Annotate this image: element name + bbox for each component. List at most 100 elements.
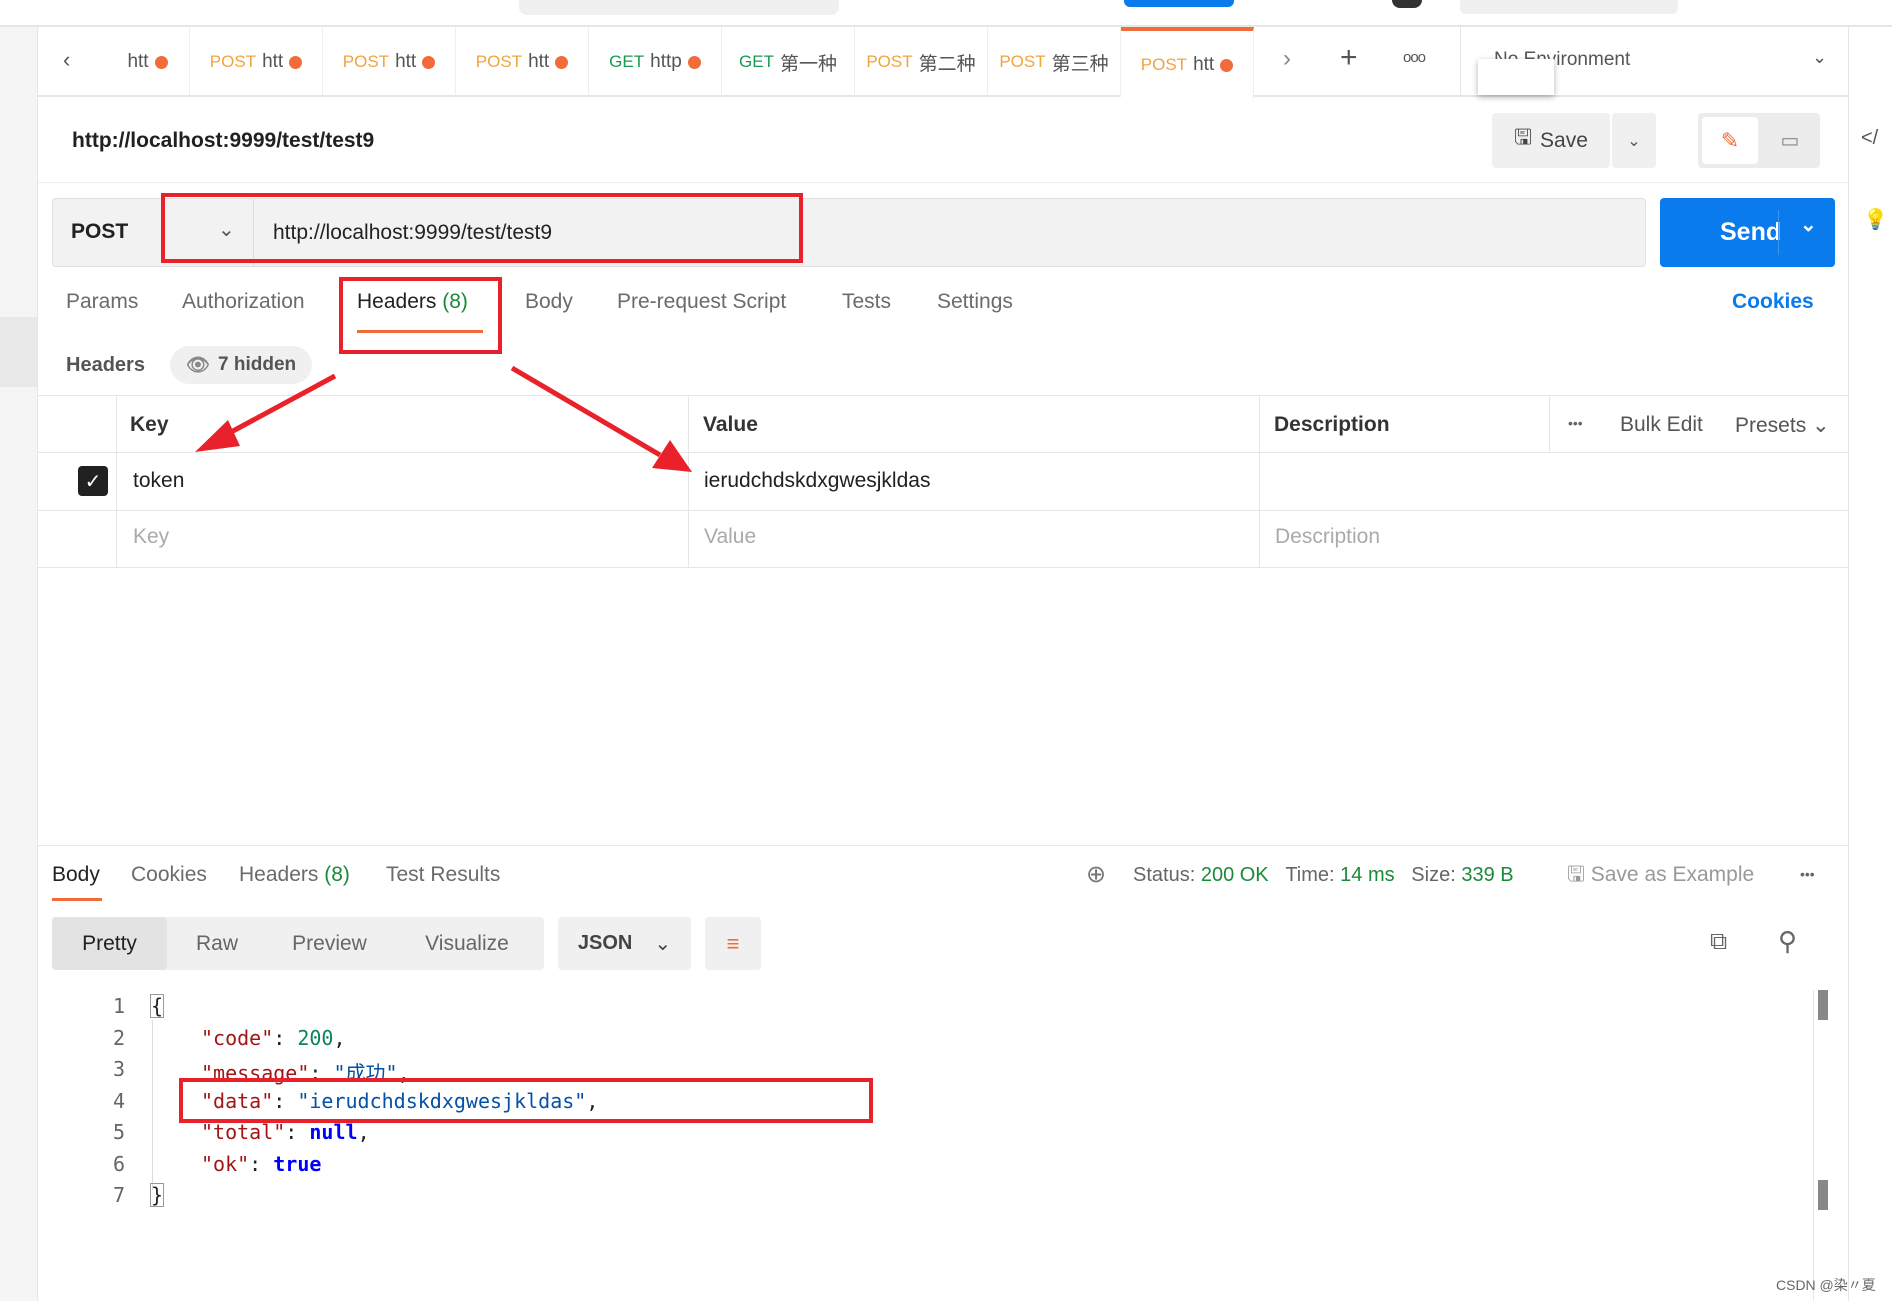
- save-options-button[interactable]: ⌄: [1612, 113, 1656, 168]
- new-value-input[interactable]: Value: [704, 525, 756, 549]
- tab-label: htt: [1193, 54, 1215, 75]
- save-button[interactable]: 🖫 Save: [1492, 113, 1610, 168]
- tab-scroll-left-icon[interactable]: ‹: [63, 47, 70, 73]
- tab-label: 第三种: [1051, 53, 1109, 75]
- more-tabs-icon[interactable]: ooo: [1403, 49, 1426, 66]
- tab-label: htt: [395, 51, 417, 72]
- tab-authorization[interactable]: Authorization: [182, 290, 305, 314]
- tab-scroll-right-icon[interactable]: ›: [1283, 45, 1291, 73]
- chevron-down-icon[interactable]: ⌄: [1812, 47, 1827, 68]
- tab-body[interactable]: Body: [525, 290, 573, 314]
- method-label: POST: [999, 52, 1046, 71]
- tab-params[interactable]: Params: [66, 290, 138, 314]
- method-label: POST: [1140, 55, 1188, 74]
- unsaved-dot-icon: [1220, 58, 1234, 72]
- search-icon[interactable]: ⚲: [1778, 926, 1797, 957]
- method-label: POST: [209, 52, 257, 71]
- send-button[interactable]: Send ⌄: [1660, 198, 1835, 267]
- lightbulb-icon[interactable]: 💡: [1863, 207, 1888, 232]
- request-tab[interactable]: POST htt: [323, 27, 456, 97]
- cookies-link[interactable]: Cookies: [1732, 290, 1814, 314]
- request-title: http://localhost:9999/test/test9: [72, 129, 375, 152]
- request-tab[interactable]: htt: [106, 27, 190, 97]
- save-as-example-button[interactable]: 🖫 Save as Example: [1567, 860, 1754, 895]
- save-icon: 🖫: [1514, 126, 1533, 149]
- request-tab[interactable]: POST 第二种: [855, 27, 988, 97]
- view-toggle: ✎ ▭: [1698, 113, 1820, 168]
- new-description-input[interactable]: Description: [1275, 525, 1380, 549]
- wrap-lines-icon[interactable]: ≡: [705, 917, 761, 970]
- top-strip: [0, 0, 1892, 27]
- column-value: Value: [703, 413, 758, 436]
- presets-dropdown[interactable]: Presets ⌄: [1735, 413, 1830, 438]
- unsaved-dot-icon: [289, 55, 303, 69]
- header-key-cell[interactable]: token: [133, 469, 184, 493]
- tab-pre-request-script[interactable]: Pre-request Script: [617, 290, 786, 314]
- unsaved-dot-icon: [555, 55, 569, 69]
- response-tab-body[interactable]: Body: [52, 863, 100, 887]
- header-value-cell[interactable]: ierudchdskdxgwesjkldas: [704, 469, 930, 493]
- highlight-box-headers-tab: [339, 277, 502, 354]
- request-tab[interactable]: POST 第三种: [988, 27, 1121, 97]
- search-bar[interactable]: [519, 0, 839, 15]
- bulk-edit-button[interactable]: Bulk Edit: [1620, 413, 1703, 437]
- response-more-icon[interactable]: •••: [1800, 866, 1815, 882]
- highlight-box-data: [179, 1078, 873, 1123]
- view-mode-group: Pretty Raw Preview Visualize: [52, 917, 544, 970]
- more-options-icon[interactable]: •••: [1568, 415, 1583, 431]
- tab-label: 第一种: [779, 53, 837, 75]
- request-tab[interactable]: GET 第一种: [722, 27, 855, 97]
- header-row-checkbox[interactable]: ✓: [78, 466, 108, 496]
- environment-preview-popup: [1478, 59, 1554, 95]
- method-label: GET: [609, 52, 645, 71]
- upgrade-button[interactable]: [1124, 0, 1234, 7]
- view-preview[interactable]: Preview: [267, 917, 392, 970]
- response-tab-headers[interactable]: Headers (8): [239, 863, 350, 887]
- new-tab-icon[interactable]: +: [1340, 41, 1358, 75]
- unsaved-dot-icon: [687, 55, 701, 69]
- globe-icon[interactable]: ⊕: [1086, 860, 1106, 889]
- code-icon[interactable]: </: [1861, 127, 1878, 150]
- json-line-total: "total": null,: [201, 1120, 370, 1144]
- unsaved-dot-icon: [422, 55, 436, 69]
- send-options-icon[interactable]: ⌄: [1800, 212, 1817, 237]
- headers-table: Key Value Description ••• Bulk Edit Pres…: [38, 395, 1848, 568]
- highlight-box-url: [161, 193, 803, 263]
- method-label: POST: [866, 52, 913, 71]
- copy-icon[interactable]: ⧉: [1710, 928, 1727, 956]
- json-line-ok: "ok": true: [201, 1152, 322, 1176]
- request-tab-bar: ‹ htt POST htt POST htt POST htt GET http GET 第一种 P…: [38, 27, 1848, 99]
- headers-label: Headers: [66, 354, 145, 376]
- save-icon: 🖫: [1567, 863, 1585, 886]
- response-tab-test-results[interactable]: Test Results: [386, 863, 500, 887]
- column-key: Key: [130, 413, 169, 436]
- format-select[interactable]: JSON ⌄: [558, 917, 691, 970]
- top-control[interactable]: [1460, 0, 1678, 14]
- avatar[interactable]: [1392, 0, 1422, 8]
- response-tab-cookies[interactable]: Cookies: [131, 863, 207, 887]
- comment-icon[interactable]: ▭: [1762, 117, 1818, 164]
- view-raw[interactable]: Raw: [167, 917, 267, 970]
- edit-icon[interactable]: ✎: [1702, 117, 1758, 164]
- tab-label: htt: [262, 51, 284, 72]
- method-label: POST: [342, 52, 390, 71]
- left-sidebar: [0, 27, 38, 1301]
- hidden-headers-toggle[interactable]: 👁 7 hidden: [170, 346, 312, 384]
- watermark: CSDN @染〃夏: [1776, 1277, 1876, 1293]
- method-select[interactable]: POST: [71, 220, 128, 244]
- request-tab[interactable]: GET http: [589, 27, 722, 97]
- request-title-bar: http://localhost:9999/test/test9 🖫 Save ⌄…: [38, 97, 1848, 183]
- request-tab[interactable]: POST htt: [190, 27, 323, 97]
- scrollbar-thumb-bottom[interactable]: [1818, 1180, 1828, 1210]
- tab-tests[interactable]: Tests: [842, 290, 891, 314]
- tab-settings[interactable]: Settings: [937, 290, 1013, 314]
- eye-icon: 👁: [185, 355, 210, 376]
- view-pretty[interactable]: Pretty: [52, 917, 167, 970]
- new-key-input[interactable]: Key: [133, 525, 169, 549]
- request-tab[interactable]: POST htt: [456, 27, 589, 97]
- json-brace-open: {: [150, 994, 165, 1018]
- sidebar-active-item[interactable]: [0, 317, 38, 387]
- scrollbar-thumb[interactable]: [1818, 990, 1828, 1020]
- request-tab[interactable]: POST htt: [1121, 27, 1254, 99]
- view-visualize[interactable]: Visualize: [392, 917, 542, 970]
